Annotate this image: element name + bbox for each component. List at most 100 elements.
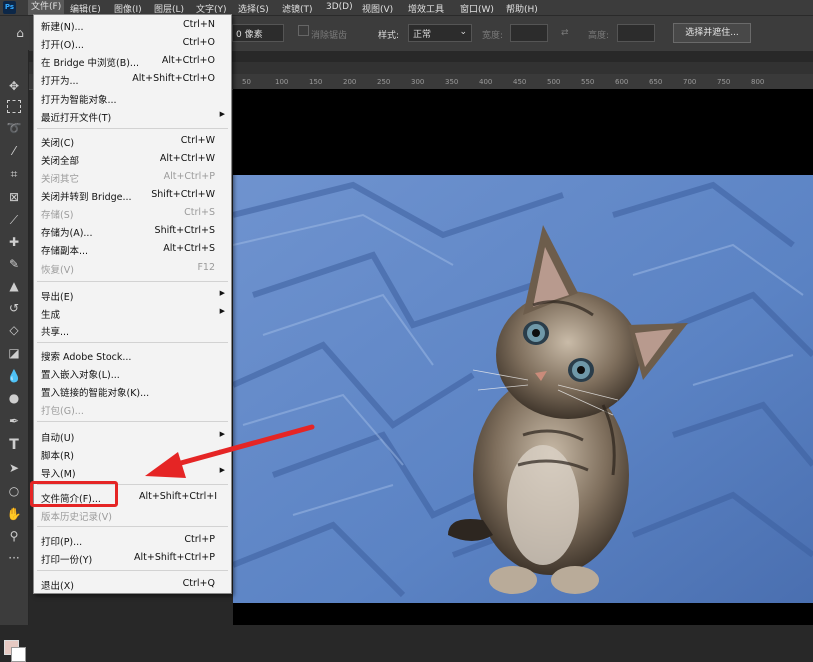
menu-filter[interactable]: 滤镜(T) (282, 2, 313, 15)
menu-item-shortcut: Ctrl+O (182, 37, 215, 48)
ruler-tick: 700 (683, 78, 697, 86)
menu-item-close[interactable]: 关闭(C) Ctrl+W (34, 132, 231, 150)
menu-item-open-recent[interactable]: 最近打开文件(T) ▶ (34, 107, 231, 125)
menu-item-shortcut: Shift+Ctrl+W (151, 189, 215, 200)
pen-icon[interactable]: ✒ (6, 413, 22, 429)
history-brush-icon[interactable]: ↺ (6, 300, 22, 316)
menu-help[interactable]: 帮助(H) (506, 2, 538, 15)
submenu-arrow-icon: ▶ (219, 110, 225, 118)
menu-item-revert: 恢复(V) F12 (34, 259, 231, 277)
menu-item-label: 自动(U) (41, 433, 75, 444)
menu-item-open[interactable]: 打开(O)... Ctrl+O (34, 34, 231, 52)
menu-separator (37, 281, 228, 282)
marquee-icon[interactable] (7, 100, 21, 113)
menu-item-shortcut: Alt+Shift+Ctrl+O (132, 73, 215, 84)
antialias-checkbox[interactable] (298, 25, 309, 36)
menu-item-place-linked[interactable]: 置入链接的智能对象(K)... (34, 382, 231, 400)
menu-item-label: 关闭(C) (41, 138, 75, 149)
menu-item-save-copy[interactable]: 存储副本... Alt+Ctrl+S (34, 240, 231, 258)
menu-item-import[interactable]: 导入(M) ▶ (34, 463, 231, 481)
highlight-box (30, 481, 118, 507)
photoshop-logo-icon[interactable]: Ps (3, 1, 16, 14)
menu-item-generate[interactable]: 生成 ▶ (34, 304, 231, 322)
menu-item-open-as[interactable]: 打开为... Alt+Shift+Ctrl+O (34, 70, 231, 88)
menu-item-close-and-go-to-bridge[interactable]: 关闭并转到 Bridge... Shift+Ctrl+W (34, 186, 231, 204)
ruler-tick: 400 (479, 78, 493, 86)
menu-item-exit[interactable]: 退出(X) Ctrl+Q (34, 575, 231, 593)
menu-item-open-as-smart-object[interactable]: 打开为智能对象... (34, 89, 231, 107)
gradient-icon[interactable]: ◪ (6, 345, 22, 361)
menu-item-share[interactable]: 共享... (34, 321, 231, 339)
stamp-icon[interactable]: ▲ (6, 278, 22, 294)
menu-select[interactable]: 选择(S) (238, 2, 269, 15)
width-input[interactable] (510, 24, 548, 42)
frame-icon[interactable]: ⊠ (6, 189, 22, 205)
menu-item-place-embedded[interactable]: 置入嵌入对象(L)... (34, 364, 231, 382)
menu-item-label: 搜索 Adobe Stock... (41, 352, 132, 363)
brush-icon[interactable]: ✎ (6, 256, 22, 272)
menu-file[interactable]: 文件(F) (28, 0, 65, 15)
zoom-icon[interactable]: ⚲ (6, 528, 22, 544)
file-menu-dropdown: 新建(N)... Ctrl+N 打开(O)... Ctrl+O 在 Bridge… (33, 14, 232, 594)
menu-item-save-as[interactable]: 存储为(A)... Shift+Ctrl+S (34, 222, 231, 240)
menu-item-label: 存储(S) (41, 210, 74, 221)
shape-icon[interactable]: ○ (6, 483, 22, 499)
menu-item-label: 存储为(A)... (41, 228, 93, 239)
menu-item-shortcut: Alt+Shift+Ctrl+P (134, 552, 215, 563)
antialias-label: 消除锯齿 (311, 31, 348, 41)
home-icon[interactable]: ⌂ (12, 25, 28, 41)
menu-3d[interactable]: 3D(D) (326, 2, 353, 12)
hand-icon[interactable]: ✋ (6, 506, 22, 522)
menu-item-search-adobe-stock[interactable]: 搜索 Adobe Stock... (34, 346, 231, 364)
kitten-photo[interactable] (233, 175, 813, 603)
menu-item-shortcut: Alt+Ctrl+P (163, 171, 215, 182)
eyedropper-icon[interactable]: ⟋ (6, 212, 22, 228)
menu-item-close-others: 关闭其它 Alt+Ctrl+P (34, 168, 231, 186)
style-select[interactable]: 正常 ⌄ (408, 24, 472, 42)
menu-item-label: 导入(M) (41, 469, 76, 480)
menu-window[interactable]: 窗口(W) (460, 2, 494, 15)
style-label: 样式: (378, 31, 400, 41)
path-select-icon[interactable]: ➤ (6, 460, 22, 476)
submenu-arrow-icon: ▶ (219, 289, 225, 297)
menu-item-automate[interactable]: 自动(U) ▶ (34, 427, 231, 445)
menu-item-scripts[interactable]: 脚本(R) ▶ (34, 445, 231, 463)
background-color-swatch[interactable] (11, 647, 26, 662)
feather-input[interactable]: 0 像素 (232, 24, 284, 42)
menu-item-close-all[interactable]: 关闭全部 Alt+Ctrl+W (34, 150, 231, 168)
menu-item-version-history: 版本历史记录(V) (34, 506, 231, 524)
swap-icon[interactable]: ⇄ (561, 28, 569, 38)
lasso-icon[interactable]: ➰ (6, 120, 22, 136)
menu-item-print-one-copy[interactable]: 打印一份(Y) Alt+Shift+Ctrl+P (34, 549, 231, 567)
move-icon[interactable]: ✥ (6, 78, 22, 94)
submenu-arrow-icon: ▶ (219, 430, 225, 438)
menu-item-browse-in-bridge[interactable]: 在 Bridge 中浏览(B)... Alt+Ctrl+O (34, 52, 231, 70)
eraser-icon[interactable]: ◇ (6, 322, 22, 338)
menu-bar: Ps 文件(F) 编辑(E) 图像(I) 图层(L) 文字(Y) 选择(S) 滤… (0, 0, 813, 15)
select-and-mask-button[interactable]: 选择并遮住... (673, 23, 751, 43)
crop-icon[interactable]: ⌗ (6, 166, 22, 182)
menu-item-shortcut: Alt+Ctrl+W (159, 153, 215, 164)
feather-value: 0 像素 (236, 30, 263, 40)
menu-separator (37, 421, 228, 422)
menu-item-shortcut: F12 (197, 262, 215, 273)
menu-item-label: 脚本(R) (41, 451, 75, 462)
menu-item-export[interactable]: 导出(E) ▶ (34, 286, 231, 304)
menu-view[interactable]: 视图(V) (362, 2, 393, 15)
blur-icon[interactable]: 💧 (6, 368, 22, 384)
dodge-icon[interactable]: ● (6, 390, 22, 406)
menu-item-shortcut: Alt+Ctrl+O (161, 55, 215, 66)
ruler-tick: 50 (242, 78, 251, 86)
menu-plugins[interactable]: 增效工具 (408, 2, 444, 15)
menu-item-print[interactable]: 打印(P)... Ctrl+P (34, 531, 231, 549)
healing-icon[interactable]: ✚ (6, 234, 22, 250)
magic-wand-icon[interactable]: ⁄ (6, 143, 22, 159)
menu-item-shortcut: Ctrl+S (184, 207, 215, 218)
menu-item-new[interactable]: 新建(N)... Ctrl+N (34, 16, 231, 34)
height-input[interactable] (617, 24, 655, 42)
more-icon[interactable]: ··· (6, 550, 22, 566)
menu-item-shortcut: Ctrl+P (184, 534, 215, 545)
menu-item-label: 新建(N)... (41, 22, 84, 33)
menu-separator (37, 526, 228, 527)
type-icon[interactable]: T (6, 437, 22, 453)
